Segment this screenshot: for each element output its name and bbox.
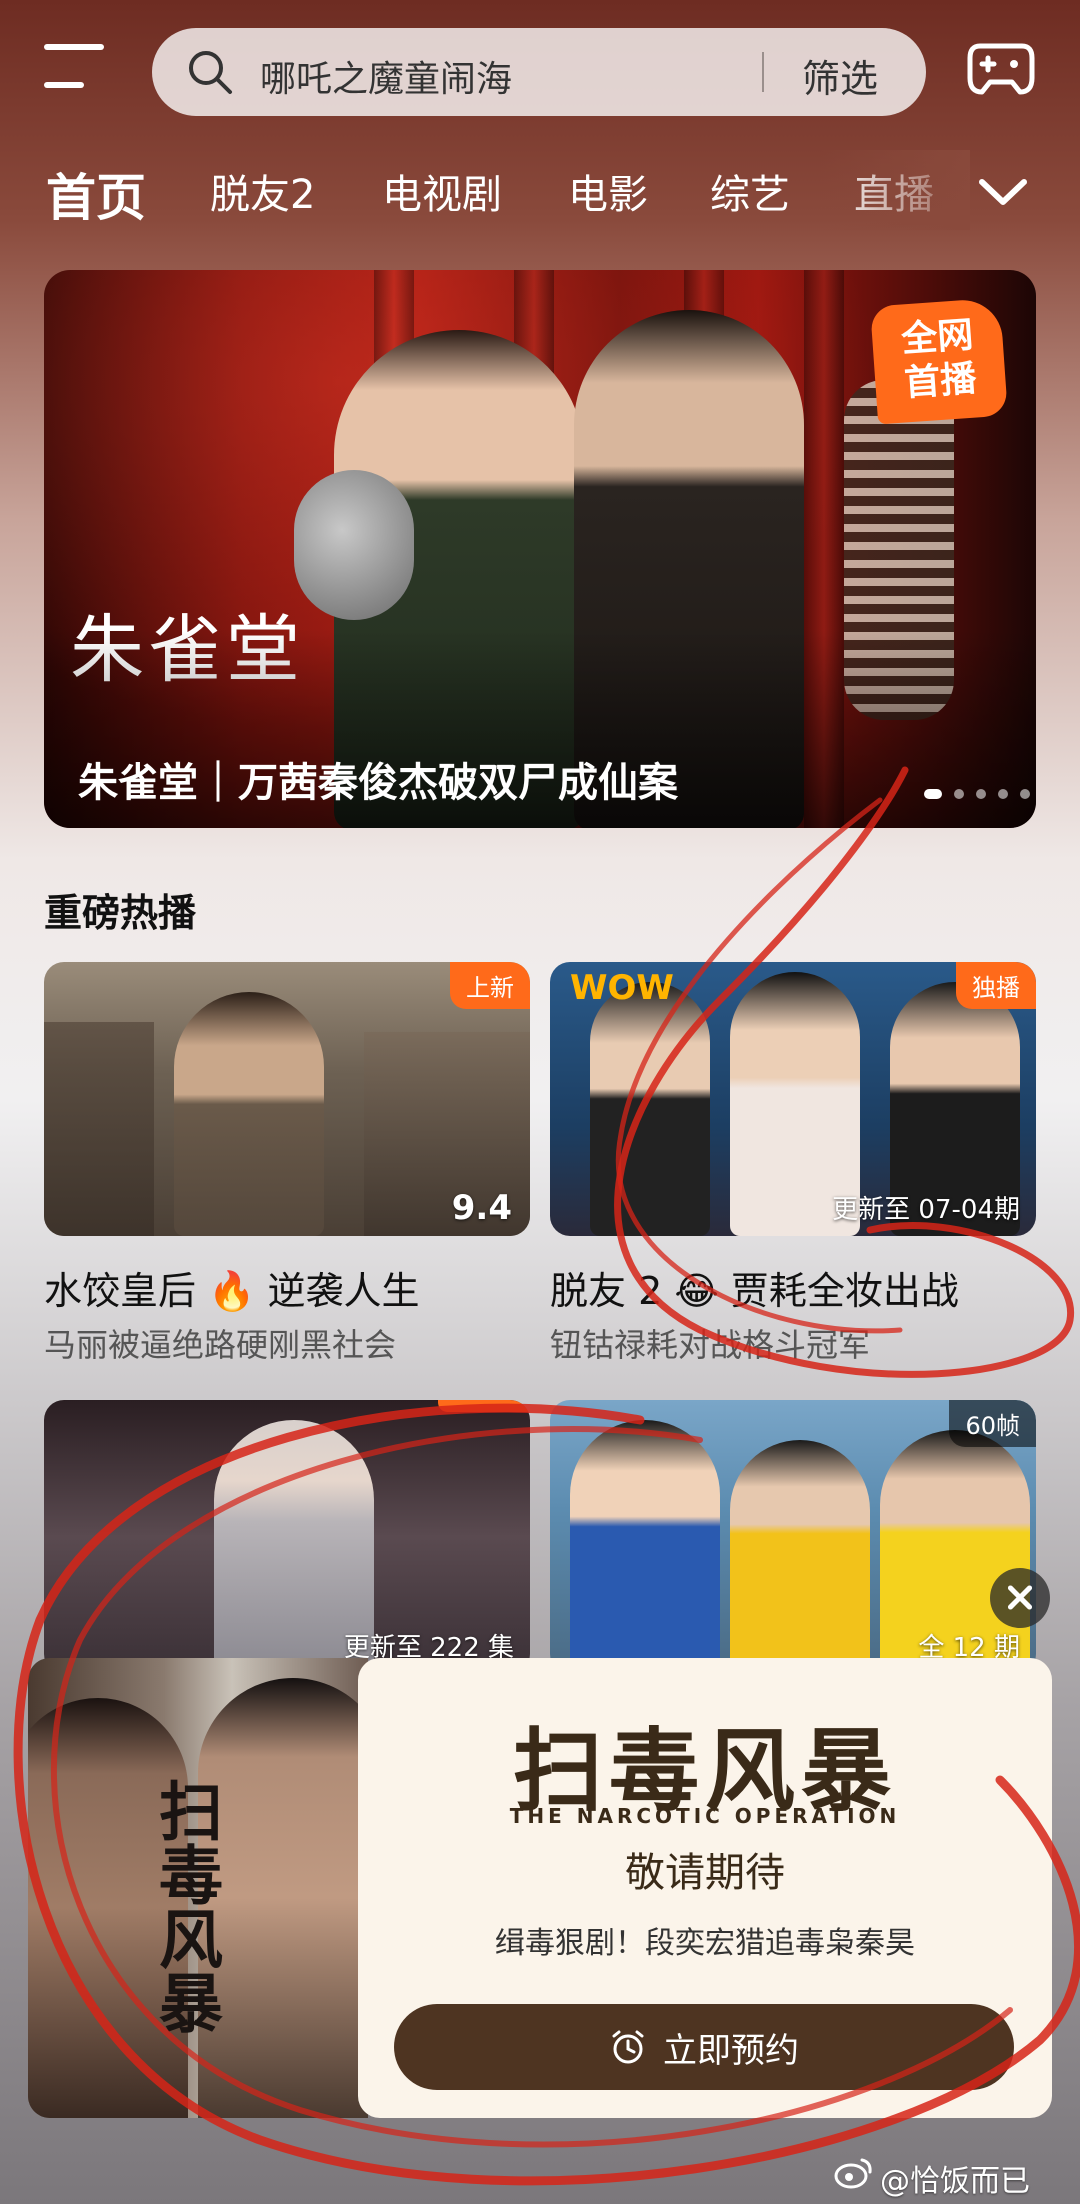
tab-fade (820, 150, 970, 230)
gamepad-icon[interactable] (966, 38, 1036, 100)
watermark: @恰饭而已 (880, 2164, 1030, 2199)
popup-heading: 敬请期待 (625, 1850, 785, 1896)
wow-sticker: WOW (570, 968, 674, 1008)
card-thumbnail-tuoyou2[interactable]: WOW 独播 更新至 07-04期 (550, 962, 1036, 1236)
menu-button[interactable] (44, 44, 104, 94)
framerate-badge: 60帧 (949, 1400, 1036, 1447)
popup-poster: 扫毒风暴 (28, 1658, 368, 2118)
filter-button[interactable]: 筛选 (802, 48, 878, 103)
hero-banner[interactable]: 朱雀堂 全网 首播 朱雀堂｜万茜秦俊杰破双尸成仙案 (44, 270, 1036, 828)
live-premiere-badge-text: 全网 首播 (900, 314, 978, 405)
search-bar[interactable]: 哪吒之魔童闹海 筛选 (152, 28, 926, 116)
search-divider (762, 52, 764, 92)
reserve-button-label: 立即预约 (663, 2030, 799, 2071)
search-icon (189, 51, 232, 94)
weibo-icon (834, 2158, 872, 2189)
card-thumbnail-drama[interactable]: 更新至 222 集 (44, 1400, 530, 1674)
card-subtitle: 马丽被逼绝路硬刚黑社会 (44, 1326, 397, 1364)
alarm-clock-icon (612, 2030, 644, 2064)
chevron-down-icon[interactable] (976, 172, 1030, 212)
section-title: 重磅热播 (44, 891, 197, 935)
card-badge (438, 1400, 530, 1412)
search-query[interactable]: 哪吒之魔童闹海 (260, 50, 512, 102)
popup-description: 缉毒狠剧！段奕宏猎追毒枭秦昊 (495, 1926, 915, 1961)
close-icon[interactable] (990, 1568, 1050, 1628)
card-title[interactable]: 水饺皇后 🔥 逆袭人生 (44, 1260, 419, 1315)
carousel-indicator (912, 784, 1030, 799)
reserve-button[interactable]: 立即预约 (394, 2004, 1014, 2090)
tab-tv-series[interactable]: 电视剧 (382, 162, 502, 220)
tab-movies[interactable]: 电影 (568, 162, 648, 220)
carousel-dot (1020, 789, 1030, 799)
carousel-dot (924, 789, 942, 799)
popup-card: 扫毒风暴 THE NARCOTIC OPERATION 敬请期待 缉毒狠剧！段奕… (358, 1658, 1052, 2118)
new-badge: 上新 (450, 962, 530, 1009)
tab-variety[interactable]: 综艺 (710, 162, 790, 220)
live-premiere-badge: 全网 首播 (870, 297, 1008, 425)
carousel-dot (998, 789, 1008, 799)
show-logo-subtitle: THE NARCOTIC OPERATION (509, 1804, 901, 1828)
poster-title: 扫毒风暴 (148, 1778, 223, 2034)
tab-home[interactable]: 首页 (46, 158, 146, 230)
banner-caption: 朱雀堂｜万茜秦俊杰破双尸成仙案 (78, 760, 678, 806)
promo-popup[interactable]: 扫毒风暴 扫毒风暴 THE NARCOTIC OPERATION 敬请期待 缉毒… (28, 1658, 1052, 2118)
card-subtitle: 钮钴禄耗对战格斗冠军 (550, 1326, 871, 1364)
carousel-dot (954, 789, 964, 799)
card-title[interactable]: 脱友 2 😂 贾耗全妆出战 (550, 1260, 959, 1315)
card-thumbnail-dumpling-queen[interactable]: 上新 9.4 (44, 962, 530, 1236)
update-status: 更新至 07-04期 (832, 1195, 1020, 1225)
card-thumbnail-variety[interactable]: 60帧 全 12 期 (550, 1400, 1036, 1674)
carousel-dot (976, 789, 986, 799)
rating-score: 9.4 (451, 1188, 512, 1228)
exclusive-badge: 独播 (956, 962, 1036, 1009)
tab-tuoyou2[interactable]: 脱友2 (210, 162, 315, 220)
mask-prop (294, 470, 414, 620)
